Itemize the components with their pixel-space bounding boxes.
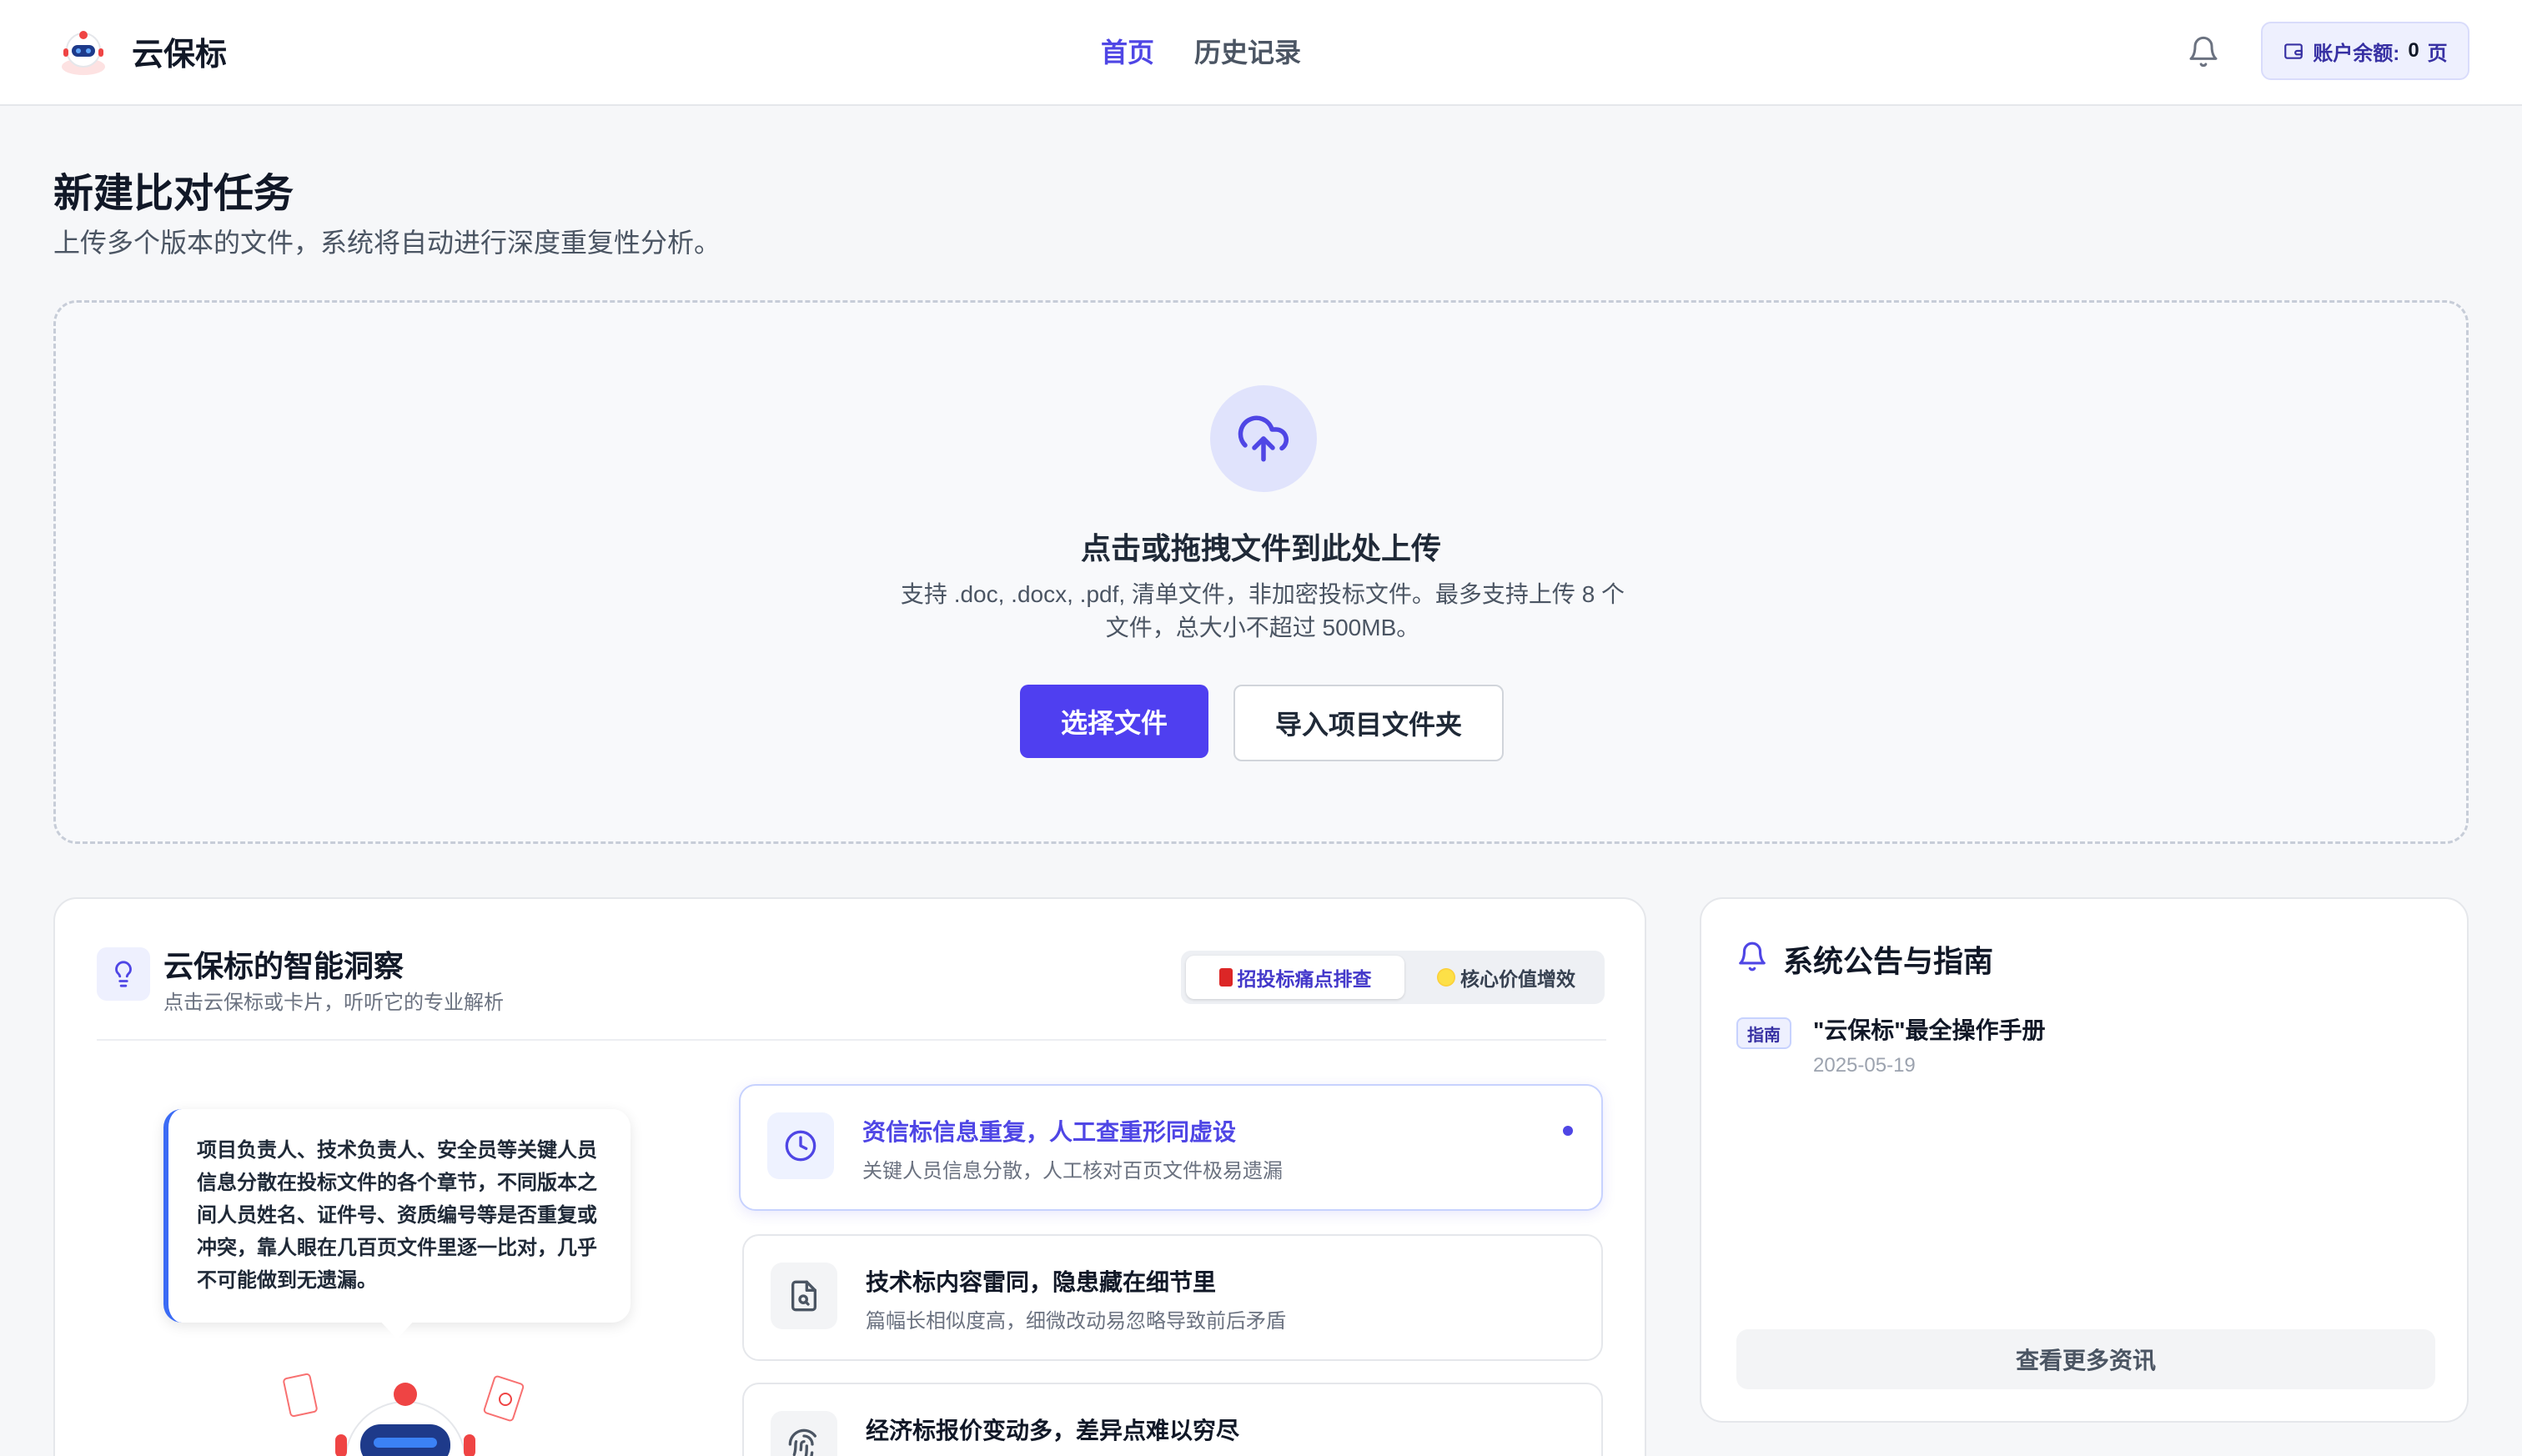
speech-bubble-tail <box>379 1319 415 1339</box>
item-desc: 关键人员信息分散，人工核对百页文件极易遗漏 <box>862 1160 1283 1182</box>
upload-cloud-icon-wrap <box>1210 385 1317 492</box>
tab-core-value[interactable]: 核心价值增效 <box>1413 956 1600 999</box>
app-name: 云保标 <box>132 38 228 73</box>
tab-pain-points[interactable]: 招投标痛点排查 <box>1186 956 1404 999</box>
upload-title: 点击或拖拽文件到此处上传 <box>1080 531 1441 565</box>
account-balance-button[interactable]: 账户余额: 0 页 <box>2261 22 2469 80</box>
insight-item-technical[interactable]: 技术标内容雷同，隐患藏在细节里 篇幅长相似度高，细微改动易忽略导致前后矛盾 <box>742 1234 1603 1361</box>
insight-divider <box>97 1039 1606 1041</box>
upload-desc-line-1: 支持 .doc, .docx, .pdf, 清单文件，非加密投标文件。最多支持上… <box>900 581 1625 607</box>
announcement-card: 系统公告与指南 指南 "云保标"最全操作手册 2025-05-19 查看更多资讯 <box>1700 897 2469 1423</box>
insight-tab-switch: 招投标痛点排查 核心价值增效 <box>1181 951 1605 1004</box>
fingerprint-icon <box>788 1428 816 1456</box>
wallet-icon <box>2284 43 2303 59</box>
item-title: 经济标报价变动多，差异点难以穷尽 <box>866 1418 1240 1443</box>
balance-label: 账户余额: <box>2313 42 2400 65</box>
insight-title: 云保标的智能洞察 <box>163 949 404 983</box>
announcement-title: 系统公告与指南 <box>1783 944 1994 978</box>
insight-item-credential[interactable]: 资信标信息重复，人工查重形同虚设 关键人员信息分散，人工核对百页文件极易遗漏 <box>739 1084 1603 1211</box>
announcement-bell-icon <box>1739 941 1766 972</box>
guide-tag: 指南 <box>1736 1017 1791 1049</box>
lightbulb-icon-wrap <box>97 947 150 1001</box>
star-icon <box>1437 968 1455 987</box>
view-more-button[interactable]: 查看更多资讯 <box>1736 1329 2435 1389</box>
choose-file-button[interactable]: 选择文件 <box>1020 685 1208 758</box>
item-icon-wrap <box>771 1263 837 1329</box>
page-title: 新建比对任务 <box>53 172 294 216</box>
item-title: 资信标信息重复，人工查重形同虚设 <box>862 1119 1237 1145</box>
nav-home[interactable]: 首页 <box>1101 32 1154 70</box>
file-search-icon <box>791 1280 816 1312</box>
announcement-item-title[interactable]: "云保标"最全操作手册 <box>1813 1012 2046 1046</box>
robot-logo-icon[interactable] <box>57 25 110 78</box>
lightbulb-icon <box>115 961 132 987</box>
top-header: 云保标 首页 历史记录 账户余额: 0 页 <box>0 0 2522 106</box>
upload-dropzone[interactable]: 点击或拖拽文件到此处上传 支持 .doc, .docx, .pdf, 清单文件，… <box>53 300 2469 844</box>
upload-desc-line-2: 文件，总大小不超过 500MB。 <box>1105 615 1420 640</box>
announcement-item-date: 2025-05-19 <box>1813 1054 1916 1077</box>
page-subtitle: 上传多个版本的文件，系统将自动进行深度重复性分析。 <box>53 228 721 258</box>
insight-card: 云保标的智能洞察 点击云保标或卡片，听听它的专业解析 招投标痛点排查 核心价值增… <box>53 897 1646 1456</box>
balance-value: 0 <box>2408 39 2419 62</box>
speech-bubble: 项目负责人、技术负责人、安全员等关键人员信息分散在投标文件的各个章节，不同版本之… <box>163 1109 630 1323</box>
clock-icon <box>785 1130 816 1162</box>
item-desc: 篇幅长相似度高，细微改动易忽略导致前后矛盾 <box>866 1310 1286 1333</box>
insight-subtitle: 点击云保标或卡片，听听它的专业解析 <box>163 992 504 1014</box>
item-icon-wrap <box>771 1411 837 1456</box>
balance-unit: 页 <box>2427 42 2448 65</box>
item-icon-wrap <box>767 1112 834 1179</box>
upload-cloud-icon <box>1238 415 1289 462</box>
tab-core-value-label: 核心价值增效 <box>1460 968 1575 990</box>
robot-mascot-icon[interactable] <box>280 1366 530 1456</box>
upload-description: 支持 .doc, .docx, .pdf, 清单文件，非加密投标文件。最多支持上… <box>886 578 1640 645</box>
red-tag-icon <box>1218 968 1233 987</box>
item-title: 技术标内容雷同，隐患藏在细节里 <box>866 1269 1217 1295</box>
tab-pain-points-label: 招投标痛点排查 <box>1237 968 1372 990</box>
active-indicator-dot <box>1563 1126 1573 1136</box>
import-folder-button[interactable]: 导入项目文件夹 <box>1233 685 1504 761</box>
main-nav: 首页 历史记录 <box>1101 32 1301 70</box>
insight-item-economic[interactable]: 经济标报价变动多，差异点难以穷尽 <box>742 1383 1603 1456</box>
nav-history[interactable]: 历史记录 <box>1194 32 1301 70</box>
notification-bell-icon[interactable] <box>2187 33 2220 70</box>
